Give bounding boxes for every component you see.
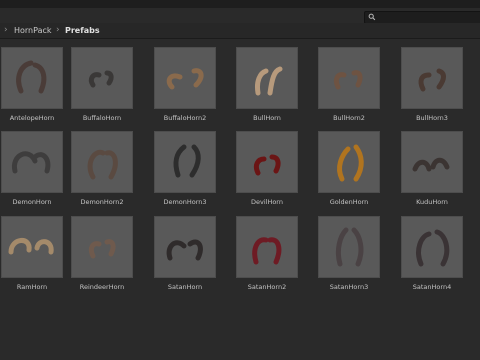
asset-label: SatanHorn4 bbox=[412, 283, 452, 291]
asset-item[interactable]: ReindeerHorn bbox=[64, 216, 140, 298]
asset-grid: AntelopeHorn BuffaloHorn BuffaloHorn2 BullH… bbox=[0, 0, 480, 360]
horn-icon bbox=[166, 239, 203, 261]
horn-icon bbox=[173, 144, 201, 178]
asset-label: DevilHorn bbox=[250, 198, 283, 206]
asset-thumbnail[interactable] bbox=[154, 131, 216, 193]
asset-thumbnail[interactable] bbox=[71, 47, 133, 109]
horn-icon bbox=[87, 149, 118, 180]
asset-item[interactable]: DemonHorn3 bbox=[147, 131, 223, 213]
horn-icon bbox=[253, 154, 281, 176]
asset-thumbnail[interactable] bbox=[1, 216, 63, 278]
asset-label: DemonHorn3 bbox=[163, 198, 207, 206]
asset-label: SatanHorn bbox=[167, 283, 203, 291]
asset-thumbnail[interactable] bbox=[318, 216, 380, 278]
asset-thumbnail[interactable] bbox=[71, 131, 133, 193]
asset-thumbnail[interactable] bbox=[71, 216, 133, 278]
asset-label: BullHorn3 bbox=[416, 114, 448, 122]
asset-thumbnail[interactable] bbox=[401, 216, 463, 278]
horn-icon bbox=[416, 229, 450, 267]
asset-thumbnail[interactable] bbox=[236, 216, 298, 278]
asset-item[interactable]: KuduHorn bbox=[394, 131, 470, 213]
asset-item[interactable]: SatanHorn2 bbox=[229, 216, 305, 298]
asset-label: ReindeerHorn bbox=[79, 283, 125, 291]
asset-label: GoldenHorn bbox=[329, 198, 369, 206]
asset-item[interactable]: BullHorn3 bbox=[394, 47, 470, 129]
horn-icon bbox=[16, 60, 47, 94]
asset-thumbnail[interactable] bbox=[318, 47, 380, 109]
asset-label: BullHorn2 bbox=[333, 114, 365, 122]
asset-item[interactable]: SatanHorn bbox=[147, 216, 223, 298]
horn-icon bbox=[252, 237, 282, 265]
horn-icon bbox=[418, 68, 446, 92]
asset-thumbnail[interactable] bbox=[154, 47, 216, 109]
horn-icon bbox=[166, 68, 204, 90]
horn-icon bbox=[337, 144, 364, 182]
asset-thumbnail[interactable] bbox=[236, 131, 298, 193]
asset-thumbnail[interactable] bbox=[401, 131, 463, 193]
asset-label: SatanHorn3 bbox=[329, 283, 369, 291]
asset-item[interactable]: GoldenHorn bbox=[311, 131, 387, 213]
horn-icon bbox=[88, 239, 116, 259]
asset-label: SatanHorn2 bbox=[247, 283, 287, 291]
asset-item[interactable]: BuffaloHorn2 bbox=[147, 47, 223, 129]
asset-item[interactable]: SatanHorn4 bbox=[394, 216, 470, 298]
asset-thumbnail[interactable] bbox=[154, 216, 216, 278]
asset-thumbnail[interactable] bbox=[1, 131, 63, 193]
horn-icon bbox=[335, 227, 364, 267]
horn-icon bbox=[88, 70, 114, 88]
asset-thumbnail[interactable] bbox=[318, 131, 380, 193]
horn-icon bbox=[8, 238, 54, 255]
asset-item[interactable]: BullHorn bbox=[229, 47, 305, 129]
asset-item[interactable]: BuffaloHorn bbox=[64, 47, 140, 129]
asset-label: KuduHorn bbox=[416, 198, 448, 206]
asset-label: BullHorn bbox=[253, 114, 281, 122]
asset-thumbnail[interactable] bbox=[236, 47, 298, 109]
horn-icon bbox=[412, 157, 450, 172]
horn-icon bbox=[255, 66, 283, 96]
asset-label: BuffaloHorn2 bbox=[163, 114, 207, 122]
horn-icon bbox=[333, 70, 363, 90]
asset-thumbnail[interactable] bbox=[401, 47, 463, 109]
asset-item[interactable]: DemonHorn2 bbox=[64, 131, 140, 213]
asset-label: BuffaloHorn bbox=[82, 114, 122, 122]
horn-icon bbox=[11, 151, 51, 174]
asset-item[interactable]: DevilHorn bbox=[229, 131, 305, 213]
asset-item[interactable]: SatanHorn3 bbox=[311, 216, 387, 298]
asset-item[interactable]: BullHorn2 bbox=[311, 47, 387, 129]
asset-thumbnail[interactable] bbox=[1, 47, 63, 109]
asset-label: DemonHorn2 bbox=[80, 198, 124, 206]
